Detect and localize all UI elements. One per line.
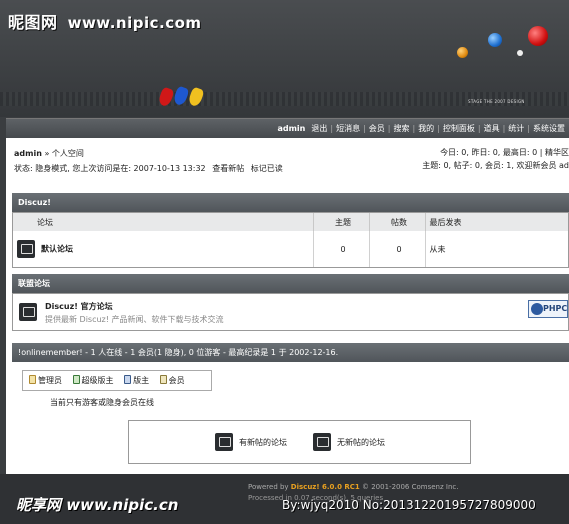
nav-username[interactable]: admin <box>277 124 305 133</box>
legend-member: 会员 <box>159 375 185 386</box>
admin-icon <box>29 375 36 384</box>
legend-admin-label: 管理员 <box>38 376 62 385</box>
super-moderator-icon <box>72 375 80 384</box>
user-name-link[interactable]: admin <box>14 149 42 158</box>
user-info: admin » 个人空间 状态: 隐身模式, 您上次访问是在: 2007-10-… <box>14 146 283 176</box>
nav-separator: | <box>412 124 416 133</box>
category-header-links[interactable]: 联盟论坛 <box>12 274 569 293</box>
watermark-bottom: 昵享网 www.nipic.cn <box>16 494 178 515</box>
watermark-url: www.nipic.com <box>67 14 202 32</box>
nav-separator: | <box>477 124 481 133</box>
moderator-icon <box>124 375 132 384</box>
key-no-new-posts-label: 无新帖的论坛 <box>337 437 385 447</box>
legend-super-mod: 超级版主 <box>72 375 114 386</box>
powered-prefix: Powered by <box>248 483 291 491</box>
user-space-line: admin » 个人空间 <box>14 146 283 161</box>
category-table-discuz: 论坛 主题 帖数 最后发表 默认论坛 0 0 从未 <box>12 212 569 268</box>
orange-ball-decoration <box>457 47 468 58</box>
banner-slogan: STAGE THE 2007 DESIGN <box>468 99 525 104</box>
legend-super-mod-label: 超级版主 <box>81 376 114 385</box>
nav-separator: | <box>387 124 391 133</box>
key-no-new-posts: 无新帖的论坛 <box>313 433 385 451</box>
forum-table-header: 论坛 主题 帖数 最后发表 <box>13 213 568 231</box>
nav-item-stats[interactable]: 统计 <box>508 123 524 134</box>
nav-separator: | <box>363 124 366 133</box>
small-white-ball-decoration <box>517 50 523 56</box>
legend-admin: 管理员 <box>29 375 62 386</box>
powered-brand-link[interactable]: Discuz! 6.0.0 RC1 <box>291 483 360 491</box>
online-legend: 管理员 超级版主 版主 会员 <box>22 370 212 391</box>
user-status-line: 状态: 隐身模式, 您上次访问是在: 2007-10-13 13:32 查看新帖… <box>14 161 283 176</box>
links-box: Discuz! 官方论坛 提供最新 Discuz! 产品新闻、软件下载与技术交流… <box>12 293 569 331</box>
table-row: 默认论坛 0 0 从未 <box>13 231 568 267</box>
mark-read-link[interactable]: 标记已读 <box>251 164 283 173</box>
nav-item-logout[interactable]: 退出 <box>311 123 327 134</box>
online-note: 当前只有游客或隐身会员在线 <box>50 398 154 407</box>
nav-separator: | <box>502 124 506 133</box>
user-status-text: 状态: 隐身模式, 您上次访问是在: 2007-10-13 13:32 <box>14 164 206 173</box>
nav-item-search[interactable]: 搜索 <box>393 123 409 134</box>
nav-separator: | <box>330 124 334 133</box>
site-banner: STAGE THE 2007 DESIGN 昵图网 www.nipic.com <box>0 0 569 117</box>
icon-key-box: 有新帖的论坛 无新帖的论坛 <box>128 420 471 464</box>
forum-last-post: 从未 <box>429 244 446 254</box>
link-forum-desc: 提供最新 Discuz! 产品新闻、软件下载与技术交流 <box>45 315 224 324</box>
forum-icon <box>17 240 35 258</box>
watermark-brand: 昵图网 <box>8 13 58 32</box>
nav-separator: | <box>437 124 440 133</box>
nav-item-control-panel[interactable]: 控制面板 <box>443 123 475 134</box>
no-new-posts-icon <box>313 433 331 451</box>
key-new-posts-label: 有新帖的论坛 <box>239 437 287 447</box>
category-header-discuz[interactable]: Discuz! <box>12 193 569 212</box>
legend-member-label: 会员 <box>168 376 185 385</box>
watermark-bottom-brand: 昵享网 <box>16 496 62 514</box>
nav-item-messages[interactable]: 短消息 <box>336 123 360 134</box>
col-topics: 主题 <box>313 213 370 231</box>
nav-item-members[interactable]: 会员 <box>369 123 385 134</box>
stats-line-2: 主题: 0, 帖子: 0, 会员: 1, 欢迎新会员 ad <box>422 161 569 170</box>
col-forum: 论坛 <box>13 213 314 231</box>
link-forum-name[interactable]: Discuz! 官方论坛 <box>45 301 113 312</box>
phpc-badge[interactable]: PHPC <box>528 300 568 318</box>
forum-stats: 今日: 0, 昨日: 0, 最高日: 0 | 精华区 主题: 0, 帖子: 0,… <box>422 146 569 172</box>
legend-mod-label: 版主 <box>133 376 150 385</box>
nav-item-props[interactable]: 道具 <box>484 123 500 134</box>
stats-line-1: 今日: 0, 昨日: 0, 最高日: 0 | 精华区 <box>440 148 569 157</box>
forum-table: 论坛 主题 帖数 最后发表 默认论坛 0 0 从未 <box>13 213 568 267</box>
forum-posts: 0 <box>369 231 426 267</box>
watermark-id: By:wjyq2010 No:20131220195727809000 <box>282 498 536 512</box>
key-new-posts: 有新帖的论坛 <box>215 433 287 451</box>
col-last-post: 最后发表 <box>425 213 568 231</box>
nav-item-my[interactable]: 我的 <box>418 123 434 134</box>
nav-separator: | <box>527 124 530 133</box>
forum-name-link[interactable]: 默认论坛 <box>41 245 73 254</box>
blue-ball-decoration <box>488 33 502 47</box>
forum-page: admin » 个人空间 状态: 隐身模式, 您上次访问是在: 2007-10-… <box>6 138 569 474</box>
powered-suffix: © 2001-2006 Comsenz Inc. <box>359 483 459 491</box>
powered-by: Powered by Discuz! 6.0.0 RC1 © 2001-2006… <box>248 483 458 491</box>
view-new-posts-link[interactable]: 查看新帖 <box>212 164 244 173</box>
user-space-link[interactable]: » 个人空间 <box>42 149 83 158</box>
watermark-top: 昵图网 www.nipic.com <box>8 9 202 33</box>
member-icon <box>159 375 167 384</box>
legend-mod: 版主 <box>124 375 149 386</box>
new-posts-icon <box>215 433 233 451</box>
online-box: 管理员 超级版主 版主 会员 当前只有游客或隐身会员在线 <box>12 362 569 414</box>
nav-item-system-settings[interactable]: 系统设置 <box>533 123 565 134</box>
link-forum-icon <box>19 303 37 321</box>
forum-topics: 0 <box>313 231 370 267</box>
top-nav: admin 退出 | 短消息 | 会员 | 搜索 | 我的 | 控制面板 | 道具 | 统计 |… <box>6 118 569 138</box>
forum-cell: 默认论坛 <box>13 231 314 267</box>
col-posts: 帖数 <box>369 213 426 231</box>
red-ball-decoration <box>528 26 548 46</box>
online-header[interactable]: !onlinemember! - 1 人在线 - 1 会员(1 隐身), 0 位… <box>12 343 569 362</box>
watermark-bottom-url: www.nipic.cn <box>66 496 179 514</box>
